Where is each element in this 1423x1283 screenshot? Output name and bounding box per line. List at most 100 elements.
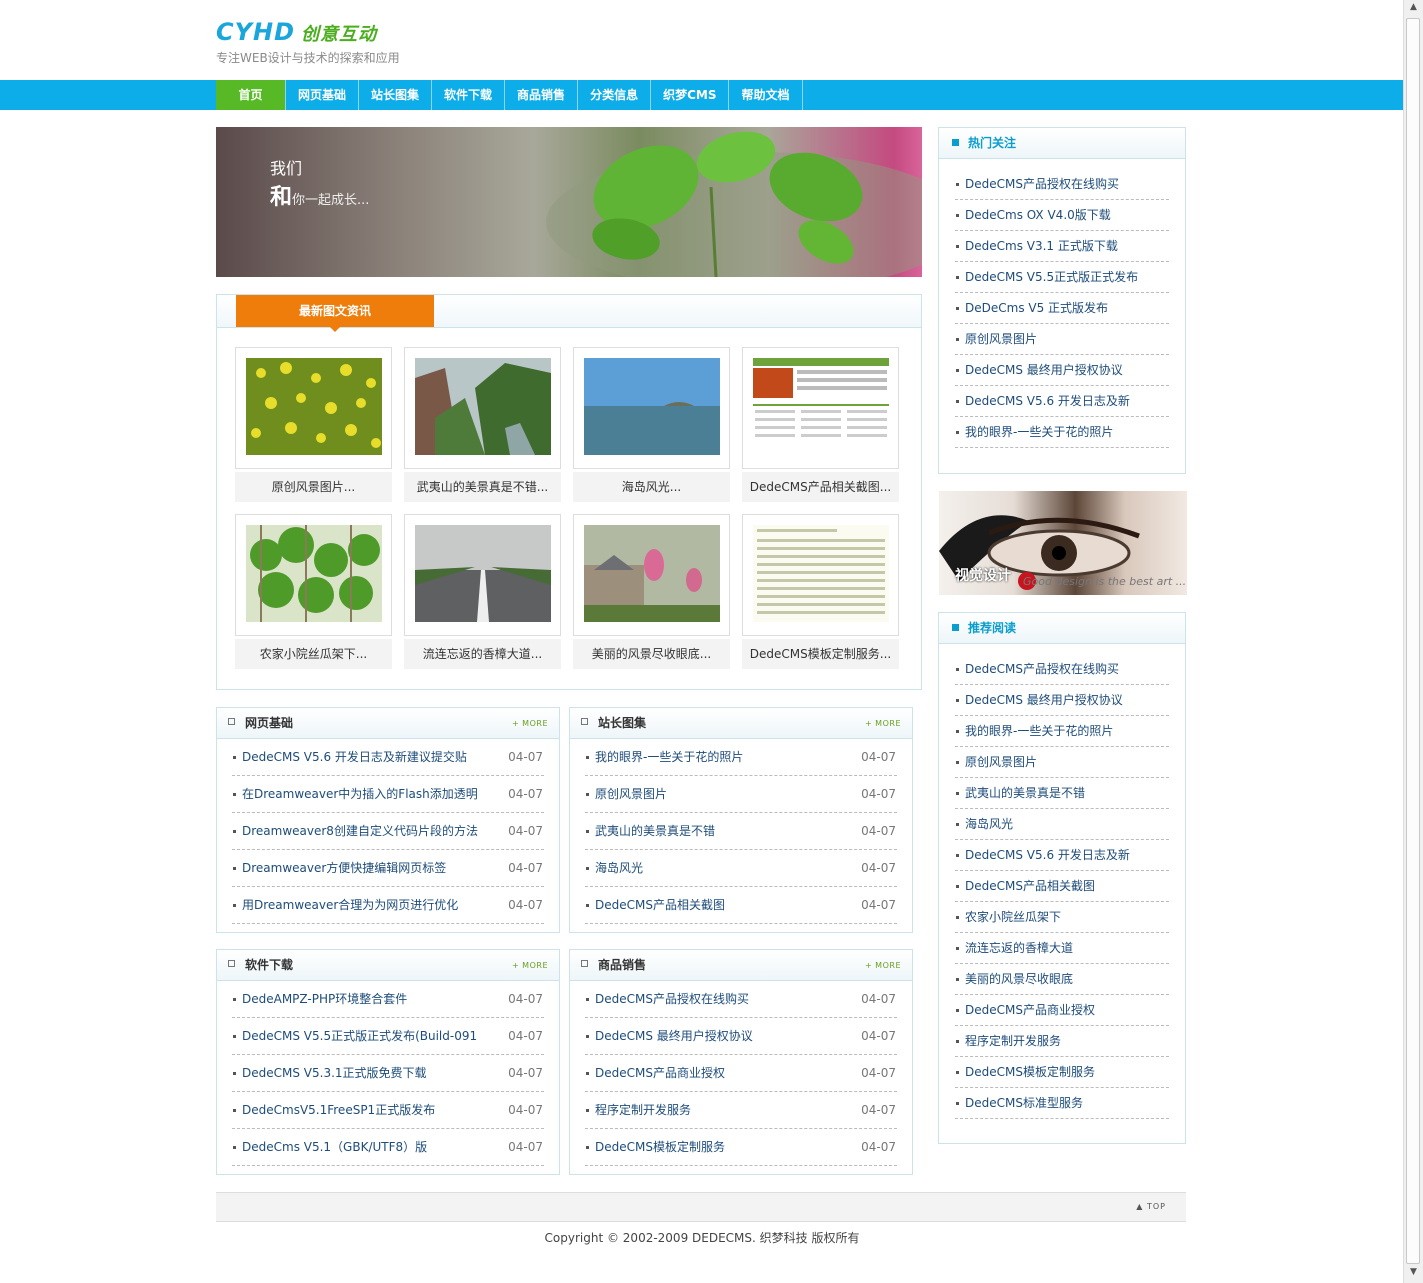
picture-caption[interactable]: 海岛风光... xyxy=(573,472,730,502)
picture-frame[interactable] xyxy=(235,514,392,636)
nav-item-home[interactable]: 首页 xyxy=(216,80,286,110)
list-item[interactable]: DedeCMS V5.6 开发日志及新 xyxy=(955,840,1169,871)
nav-item-sales[interactable]: 商品销售 xyxy=(505,80,579,110)
picture-frame[interactable] xyxy=(573,514,730,636)
scroll-down-arrow-icon[interactable]: ▼ xyxy=(1407,1267,1420,1281)
list-item[interactable]: 我的眼界-一些关于花的照片 xyxy=(955,417,1169,448)
recommend-item-link[interactable]: 程序定制开发服务 xyxy=(965,1026,1061,1056)
news-box-title[interactable]: 软件下载 xyxy=(245,950,293,980)
sea-island-thumb[interactable] xyxy=(584,358,720,455)
list-item[interactable]: DedeCms V3.1 正式版下载 xyxy=(955,231,1169,262)
recommend-item-link[interactable]: DedeCMS产品商业授权 xyxy=(965,995,1095,1025)
recommend-item-link[interactable]: DedeCMS 最终用户授权协议 xyxy=(965,685,1123,715)
mountain-valley-thumb[interactable] xyxy=(415,358,551,455)
page-scrollbar[interactable]: ▲ ▼ xyxy=(1403,0,1423,1283)
latest-pictures-tab[interactable]: 最新图文资讯 xyxy=(236,295,434,332)
hot-item-link[interactable]: DedeCMS产品授权在线购买 xyxy=(965,169,1119,199)
list-item[interactable]: 我的眼界-一些关于花的照片 xyxy=(955,716,1169,747)
list-item[interactable]: 原创风景图片 xyxy=(955,324,1169,355)
news-item-title[interactable]: 原创风景图片 xyxy=(595,776,667,812)
more-link[interactable]: + MORE xyxy=(865,719,901,728)
website-screenshot-thumb[interactable] xyxy=(753,358,889,455)
picture-frame[interactable] xyxy=(573,347,730,469)
list-item[interactable]: DedeCMS产品授权在线购买 04-07 xyxy=(585,981,897,1018)
recommend-item-link[interactable]: 海岛风光 xyxy=(965,809,1013,839)
picture-caption[interactable]: 流连忘返的香樟大道... xyxy=(404,639,561,669)
picture-item[interactable]: DedeCMS产品相关截图... xyxy=(742,347,899,502)
list-item[interactable]: DedeCMS产品授权在线购买 xyxy=(955,169,1169,200)
news-item-title[interactable]: DedeCMS V5.6 开发日志及新建议提交贴 xyxy=(242,739,467,775)
list-item[interactable]: 美丽的风景尽收眼底 xyxy=(955,964,1169,995)
picture-item[interactable]: 原创风景图片... xyxy=(235,347,392,502)
nav-item-classifieds[interactable]: 分类信息 xyxy=(578,80,652,110)
news-item-title[interactable]: DedeCMS 最终用户授权协议 xyxy=(595,1018,753,1054)
document-screenshot-thumb[interactable] xyxy=(753,525,889,622)
news-box-title[interactable]: 商品销售 xyxy=(598,950,646,980)
picture-caption[interactable]: 原创风景图片... xyxy=(235,472,392,502)
recommend-item-link[interactable]: 武夷山的美景真是不错 xyxy=(965,778,1085,808)
hot-item-link[interactable]: DedeCms V3.1 正式版下载 xyxy=(965,231,1118,261)
list-item[interactable]: DedeCMS 最终用户授权协议 xyxy=(955,685,1169,716)
list-item[interactable]: DedeCmsV5.1FreeSP1正式版发布 04-07 xyxy=(232,1092,544,1129)
list-item[interactable]: 用Dreamweaver合理为为网页进行优化 04-07 xyxy=(232,887,544,924)
nav-item-gallery[interactable]: 站长图集 xyxy=(359,80,433,110)
list-item[interactable]: DedeCMS产品授权在线购买 xyxy=(955,654,1169,685)
picture-frame[interactable] xyxy=(742,514,899,636)
list-item[interactable]: DedeCMS产品相关截图 xyxy=(955,871,1169,902)
recommend-item-link[interactable]: DedeCMS V5.6 开发日志及新 xyxy=(965,840,1130,870)
picture-item[interactable]: 流连忘返的香樟大道... xyxy=(404,514,561,669)
scrollbar-thumb[interactable] xyxy=(1406,18,1420,1264)
picture-item[interactable]: 海岛风光... xyxy=(573,347,730,502)
recommend-item-link[interactable]: DedeCMS模板定制服务 xyxy=(965,1057,1095,1087)
nav-item-web-basics[interactable]: 网页基础 xyxy=(286,80,360,110)
list-item[interactable]: 海岛风光 xyxy=(955,809,1169,840)
list-item[interactable]: 原创风景图片 xyxy=(955,747,1169,778)
picture-item[interactable]: 农家小院丝瓜架下... xyxy=(235,514,392,669)
more-link[interactable]: + MORE xyxy=(512,961,548,970)
recommend-item-link[interactable]: 原创风景图片 xyxy=(965,747,1037,777)
recommend-item-link[interactable]: 美丽的风景尽收眼底 xyxy=(965,964,1073,994)
site-logo[interactable]: CYHD 创意互动 专注WEB设计与技术的探索和应用 xyxy=(216,18,400,66)
list-item[interactable]: DedeCMS 最终用户授权协议 04-07 xyxy=(585,1018,897,1055)
hot-item-link[interactable]: DeDeCms V5 正式版发布 xyxy=(965,293,1108,323)
recommend-item-link[interactable]: DedeCMS产品授权在线购买 xyxy=(965,654,1119,684)
picture-caption[interactable]: 武夷山的美景真是不错... xyxy=(404,472,561,502)
news-item-title[interactable]: DedeCmsV5.1FreeSP1正式版发布 xyxy=(242,1092,435,1128)
picture-caption[interactable]: DedeCMS产品相关截图... xyxy=(742,472,899,502)
list-item[interactable]: 海岛风光 04-07 xyxy=(585,850,897,887)
list-item[interactable]: 农家小院丝瓜架下 xyxy=(955,902,1169,933)
nav-item-dedecms[interactable]: 织梦CMS xyxy=(651,80,730,110)
rapeseed-flowers-thumb[interactable] xyxy=(246,358,382,455)
news-item-title[interactable]: 用Dreamweaver合理为为网页进行优化 xyxy=(242,887,458,923)
news-item-title[interactable]: DedeCMS产品商业授权 xyxy=(595,1055,725,1091)
list-item[interactable]: DedeCms OX V4.0版下载 xyxy=(955,200,1169,231)
list-item[interactable]: DedeCMS模板定制服务 xyxy=(955,1057,1169,1088)
list-item[interactable]: 程序定制开发服务 xyxy=(955,1026,1169,1057)
list-item[interactable]: DedeCMS V5.5正式版正式发布(Build-091 04-07 xyxy=(232,1018,544,1055)
picture-caption[interactable]: 美丽的风景尽收眼底... xyxy=(573,639,730,669)
list-item[interactable]: DedeCMS 最终用户授权协议 xyxy=(955,355,1169,386)
news-item-title[interactable]: DedeCMS V5.5正式版正式发布(Build-091 xyxy=(242,1018,477,1054)
picture-caption[interactable]: DedeCMS模板定制服务... xyxy=(742,639,899,669)
news-item-title[interactable]: DedeAMPZ-PHP环境整合套件 xyxy=(242,981,407,1017)
news-item-title[interactable]: DedeCms V5.1（GBK/UTF8）版 xyxy=(242,1129,427,1165)
news-item-title[interactable]: DedeCMS产品授权在线购买 xyxy=(595,981,749,1017)
list-item[interactable]: 在Dreamweaver中为插入的Flash添加透明 04-07 xyxy=(232,776,544,813)
picture-frame[interactable] xyxy=(404,514,561,636)
more-link[interactable]: + MORE xyxy=(865,961,901,970)
recommend-item-link[interactable]: DedeCMS标准型服务 xyxy=(965,1088,1083,1118)
more-link[interactable]: + MORE xyxy=(512,719,548,728)
news-box-title[interactable]: 网页基础 xyxy=(245,708,293,738)
visual-design-ad[interactable]: 视觉设计 Good design is the best art ... xyxy=(939,491,1187,595)
nav-item-help[interactable]: 帮助文档 xyxy=(729,80,803,110)
hot-item-link[interactable]: DedeCMS V5.6 开发日志及新 xyxy=(965,386,1130,416)
recommend-item-link[interactable]: 农家小院丝瓜架下 xyxy=(965,902,1061,932)
list-item[interactable]: DedeCMS V5.6 开发日志及新建议提交贴 04-07 xyxy=(232,739,544,776)
list-item[interactable]: DedeCMS V5.5正式版正式发布 xyxy=(955,262,1169,293)
list-item[interactable]: DedeCMS标准型服务 xyxy=(955,1088,1169,1119)
list-item[interactable]: DedeCms V5.1（GBK/UTF8）版 04-07 xyxy=(232,1129,544,1166)
list-item[interactable]: Dreamweaver8创建自定义代码片段的方法 04-07 xyxy=(232,813,544,850)
vegetable-trellis-thumb[interactable] xyxy=(246,525,382,622)
list-item[interactable]: Dreamweaver方便快捷编辑网页标签 04-07 xyxy=(232,850,544,887)
news-item-title[interactable]: Dreamweaver8创建自定义代码片段的方法 xyxy=(242,813,478,849)
